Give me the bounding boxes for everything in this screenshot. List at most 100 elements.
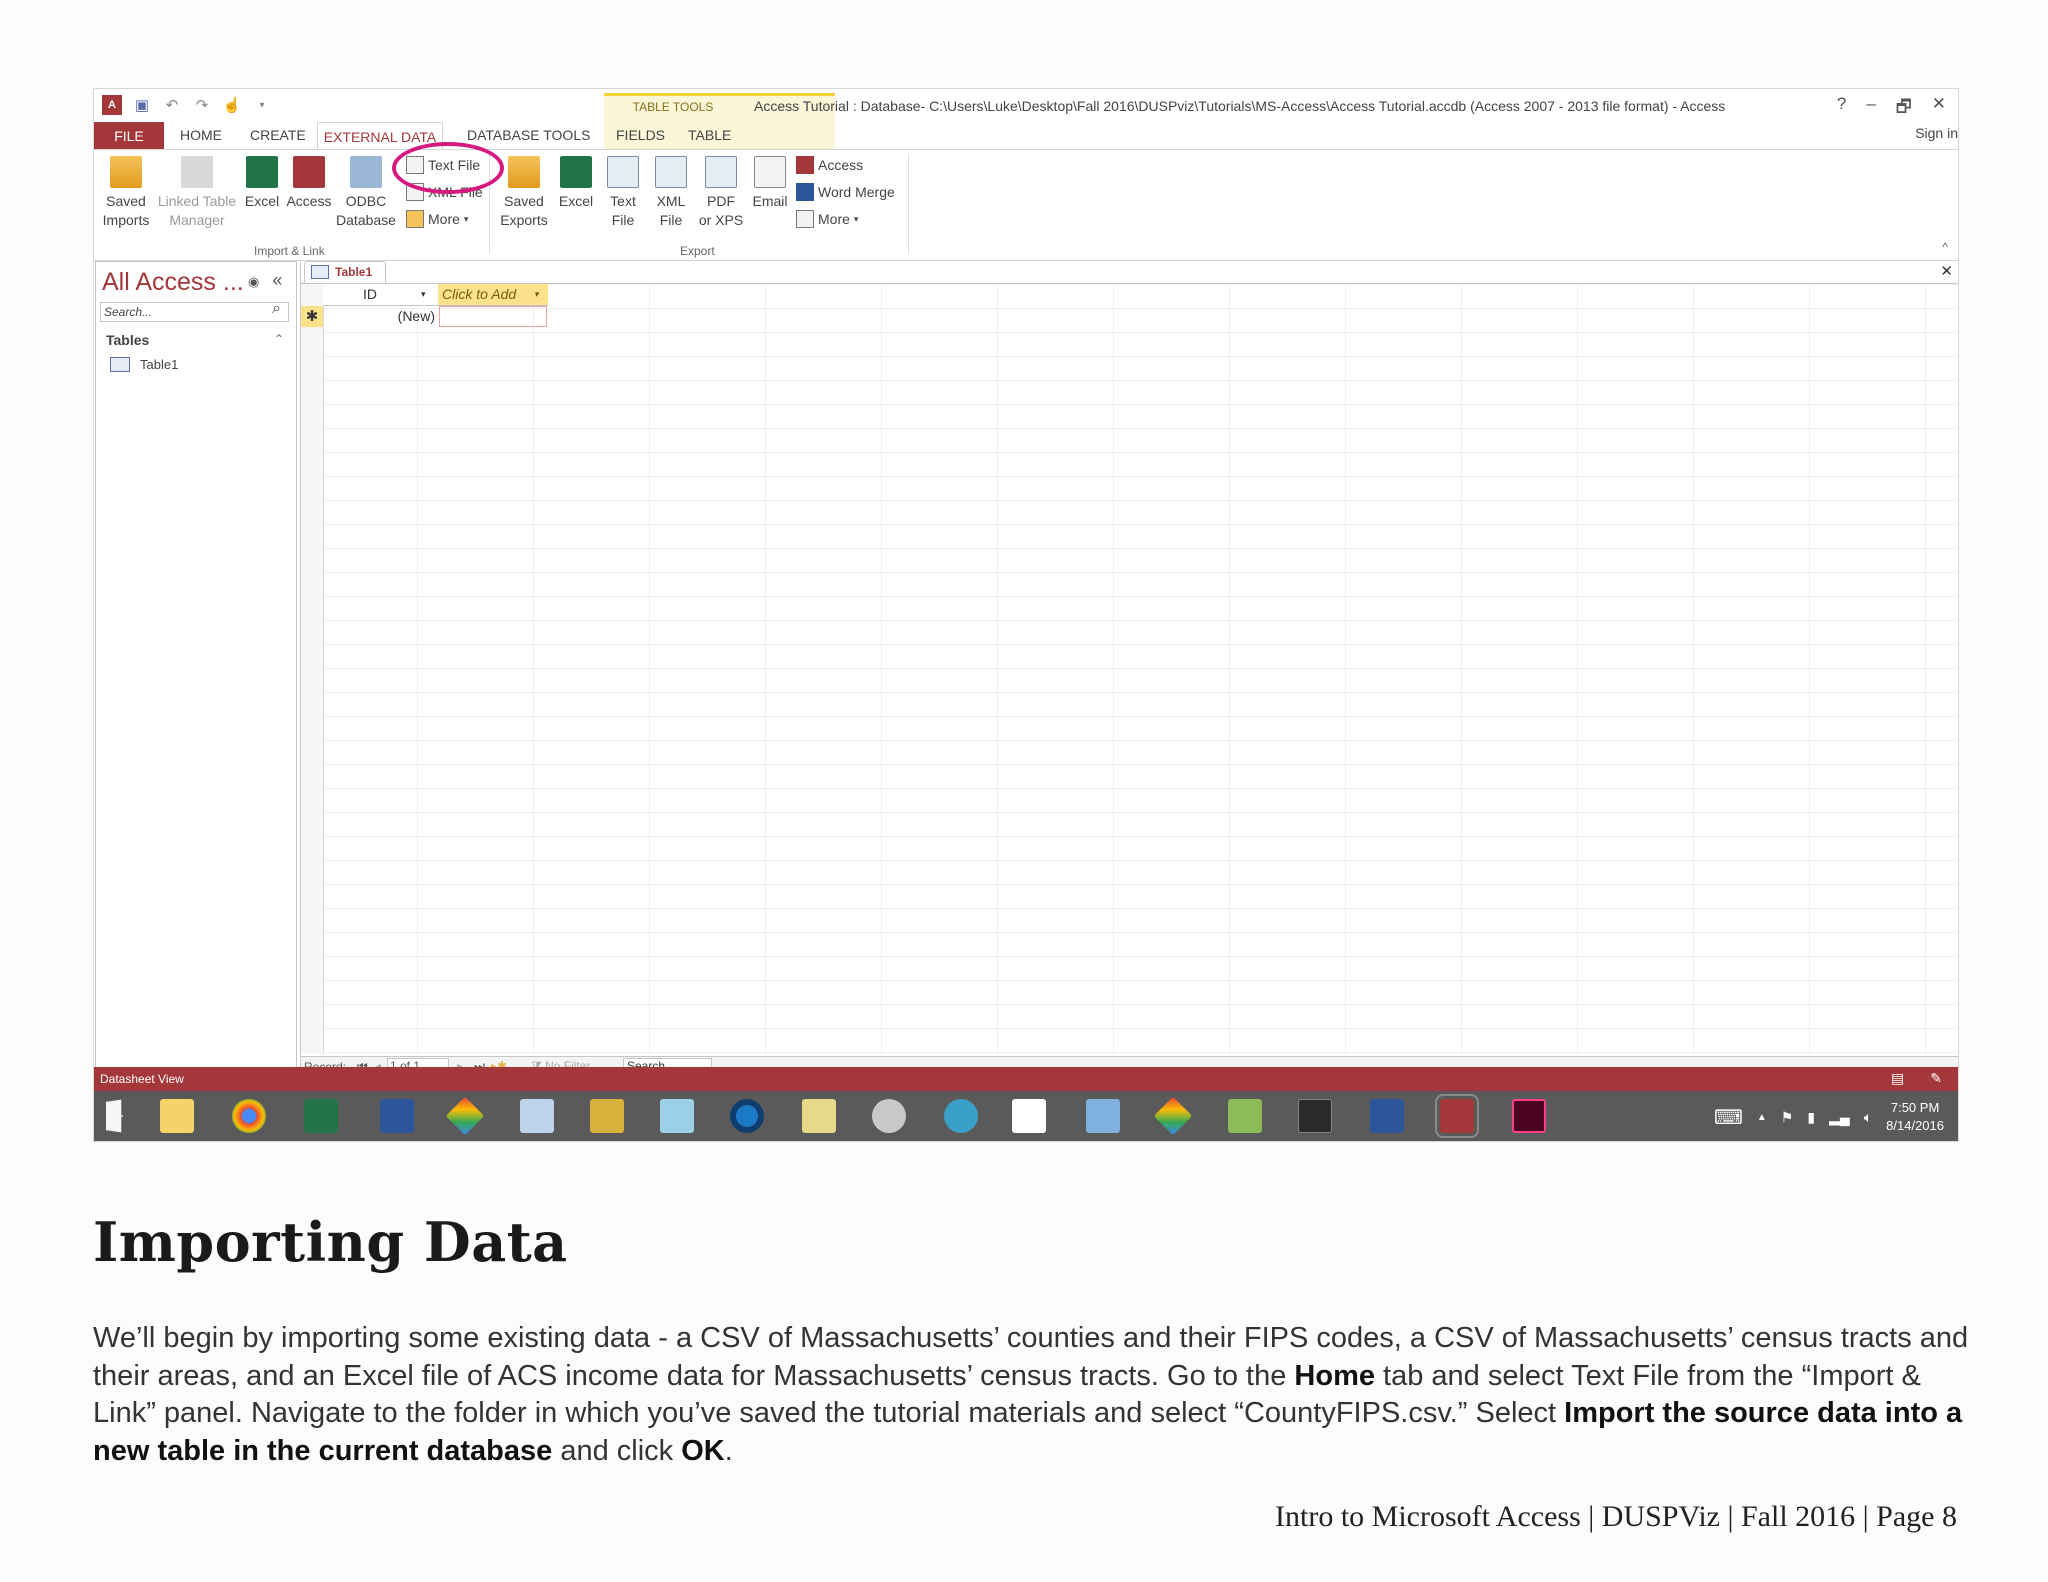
table-icon [311,265,329,279]
new-record-selector[interactable]: ✱ [301,306,323,327]
status-bar: Datasheet View ▤ ✎ [94,1067,1958,1091]
shutter-bar-icon[interactable]: « [272,270,282,290]
search-icon[interactable]: ⌕ [272,300,281,318]
export-text-file-button[interactable]: Text File [600,156,646,230]
nav-search-input[interactable]: Search... [100,302,289,322]
action-center-icon[interactable]: ⚑ [1781,1109,1794,1126]
saved-imports-button[interactable]: Saved Imports [100,156,152,230]
paint-icon[interactable] [1228,1099,1262,1133]
dropdown-arrow-icon: ▾ [463,213,469,224]
word-icon[interactable] [1370,1099,1404,1133]
remote-desktop-icon[interactable] [1086,1099,1120,1133]
search-app-icon[interactable] [730,1099,764,1133]
nav-pane-title[interactable]: All Access ... [102,268,244,297]
volume-icon[interactable]: 🔈︎ [1864,1109,1872,1126]
export-email-button[interactable]: Email [746,156,794,211]
odbc-database-icon [350,156,382,188]
tab-fields[interactable]: FIELDS [616,127,665,143]
undo-icon[interactable]: ↶ [162,95,182,115]
email-icon [754,156,786,188]
import-link-group-label: Import & Link [254,244,325,258]
export-xml-file-button[interactable]: XML File [648,156,694,230]
datasheet-view-icon[interactable]: ▤ [1891,1070,1904,1087]
xml-file-icon [655,156,687,188]
quick-access-toolbar: A ▣ ↶ ↷ ☝ ▾ [102,95,272,115]
status-text: Datasheet View [100,1072,184,1086]
snipping-tool-icon[interactable] [872,1099,906,1133]
help-button[interactable]: ? [1837,94,1846,123]
sticky-notes-icon[interactable] [802,1099,836,1133]
access-icon [796,156,814,174]
datasheet-grid[interactable] [301,284,1958,1054]
keyboard-icon[interactable]: ⌨ [1714,1105,1743,1130]
start-button[interactable] [106,1099,123,1133]
chrome-icon[interactable] [232,1099,266,1133]
arccatalog-icon[interactable] [590,1099,624,1133]
design-view-icon[interactable]: ✎ [1930,1070,1942,1087]
nav-section-tables[interactable]: Tables [106,332,149,348]
command-prompt-icon[interactable] [1298,1099,1332,1133]
collapse-section-icon[interactable]: ⌃ [274,332,284,346]
tab-table1[interactable]: Table1 [304,261,386,283]
ribbon: Saved Imports Linked Table Manager Excel… [94,149,1958,261]
new-record-field-cell[interactable] [439,306,547,327]
highlight-ring [392,142,504,194]
table-icon [110,357,130,372]
arcgis-icon[interactable] [1153,1096,1193,1136]
clock[interactable]: 7:50 PM 8/14/2016 [1886,1099,1944,1135]
battery-icon[interactable]: ▮ [1807,1109,1815,1126]
odbc-database-button[interactable]: ODBC Database [334,156,398,230]
excel-icon[interactable] [304,1099,338,1133]
import-excel-button[interactable]: Excel [242,156,282,211]
word-merge-button[interactable]: Word Merge [796,183,895,201]
indesign-icon[interactable] [1512,1099,1546,1133]
import-more-button[interactable]: More ▾ [406,210,468,228]
access-window: A ▣ ↶ ↷ ☝ ▾ TABLE TOOLS Access Tutorial … [93,88,1959,1142]
add-field-dropdown-icon[interactable]: ▾ [534,289,539,300]
minimize-button[interactable]: – [1866,94,1875,123]
tab-home[interactable]: HOME [180,127,222,143]
file-explorer-icon[interactable] [160,1099,194,1133]
linked-table-manager-button[interactable]: Linked Table Manager [152,156,242,230]
touch-mode-icon[interactable]: ☝ [222,95,242,115]
arcmap-icon[interactable] [445,1096,485,1136]
nav-menu-icon[interactable]: ◉ [248,274,259,289]
new-record-id-cell[interactable]: (New) [323,306,438,327]
close-document-icon[interactable]: ✕ [1940,262,1953,280]
window-controls: ? – 🗗 ✕ [1837,94,1946,123]
nav-item-table1[interactable]: Table1 [110,357,178,372]
notepad-icon[interactable] [660,1099,694,1133]
collapse-ribbon-icon[interactable]: ^ [1942,240,1948,254]
word-icon[interactable] [380,1099,414,1133]
clock-time: 7:50 PM [1890,1100,1940,1115]
column-header-id[interactable]: ID ▾ [323,284,439,306]
page-footer: Intro to Microsoft Access | DUSPViz | Fa… [1275,1500,1957,1533]
show-hidden-icons-icon[interactable]: ▲ [1757,1112,1767,1123]
tab-create[interactable]: CREATE [250,127,306,143]
document-area: Table1 ✕ ID ▾ Click to Add ▾ ✱ (New) Rec… [300,261,1958,1077]
export-group-label: Export [680,244,715,258]
system-tray: ⌨ ▲ ⚑ ▮ ▂▄ 🔈︎ 7:50 PM 8/14/2016 [1714,1099,1944,1135]
export-access-button[interactable]: Access [796,156,863,174]
sign-in-link[interactable]: Sign in [1915,125,1958,141]
column-header-click-to-add[interactable]: Click to Add ▾ [438,284,548,306]
browser-icon[interactable] [944,1099,978,1133]
access-icon [293,156,325,188]
export-pdf-button[interactable]: PDF or XPS [694,156,748,230]
restore-button[interactable]: 🗗 [1896,94,1912,123]
calculator-icon[interactable] [520,1099,554,1133]
redo-icon[interactable]: ↷ [192,95,212,115]
tab-table[interactable]: TABLE [688,127,731,143]
save-icon[interactable]: ▣ [132,95,152,115]
export-more-button[interactable]: More ▾ [796,210,858,228]
import-access-button[interactable]: Access [284,156,334,211]
access-icon[interactable] [1435,1094,1479,1138]
tab-database-tools[interactable]: DATABASE TOOLS [467,127,590,143]
sort-dropdown-icon[interactable]: ▾ [421,289,426,300]
close-button[interactable]: ✕ [1932,94,1946,123]
export-excel-button[interactable]: Excel [554,156,598,211]
tab-file[interactable]: FILE [94,122,164,149]
acrobat-icon[interactable] [1012,1099,1046,1133]
signal-icon[interactable]: ▂▄ [1829,1109,1850,1126]
customize-qat-icon[interactable]: ▾ [252,95,272,115]
